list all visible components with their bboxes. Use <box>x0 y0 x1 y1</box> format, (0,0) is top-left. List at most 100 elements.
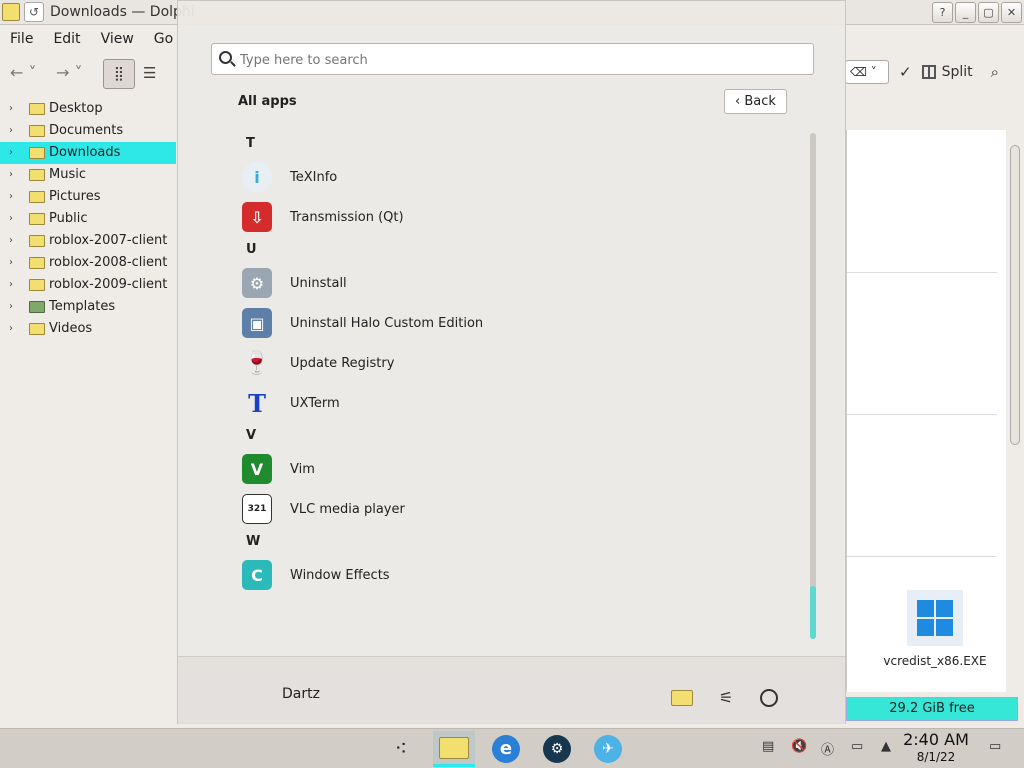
expand-arrow-icon[interactable]: › <box>9 164 13 186</box>
app-item-update-registry[interactable]: 🍷 Update Registry <box>234 343 804 383</box>
keyboard-layout-icon[interactable]: Ⓐ <box>821 739 834 758</box>
app-name: Transmission (Qt) <box>290 209 404 225</box>
launcher-dots-icon: ⁖ <box>394 736 408 762</box>
uninstall-icon: ⚙ <box>242 268 272 298</box>
folder-icon[interactable] <box>671 690 693 706</box>
expand-tray-icon[interactable]: ▲ <box>881 739 891 754</box>
desktop-icon <box>29 103 45 115</box>
place-documents[interactable]: › Documents <box>0 120 176 142</box>
divider <box>847 272 997 273</box>
app-item-transmission[interactable]: ⇩ Transmission (Qt) <box>234 197 804 237</box>
expand-arrow-icon[interactable]: › <box>9 120 13 142</box>
launcher-scrollbar-thumb[interactable] <box>810 586 816 639</box>
file-item[interactable]: vcredist_x86.EXE <box>880 590 990 668</box>
place-music[interactable]: › Music <box>0 164 176 186</box>
clock[interactable]: 2:40 AM 8/1/22 <box>900 731 972 765</box>
app-item-uninstall[interactable]: ⚙ Uninstall <box>234 263 804 303</box>
place-label: Public <box>49 211 88 226</box>
network-icon[interactable]: ▭ <box>851 739 863 754</box>
settings-sliders-icon[interactable]: ⚟ <box>715 687 737 709</box>
split-view-icon <box>921 65 936 79</box>
place-roblox-2007-client[interactable]: › roblox-2007-client <box>0 230 176 252</box>
place-videos[interactable]: › Videos <box>0 318 176 340</box>
details-view-button[interactable]: ☰ <box>143 64 156 82</box>
expand-arrow-icon[interactable]: › <box>9 142 13 164</box>
power-icon[interactable] <box>760 689 778 707</box>
search-box[interactable] <box>211 43 814 75</box>
videos-folder-icon <box>29 323 45 335</box>
task-internet-explorer[interactable]: e <box>485 731 527 767</box>
divider <box>847 414 997 415</box>
pictures-folder-icon <box>29 191 45 203</box>
forward-arrow-icon[interactable]: → ˅ <box>56 58 83 88</box>
expand-arrow-icon[interactable]: › <box>9 208 13 230</box>
expand-arrow-icon[interactable]: › <box>9 296 13 318</box>
menu-edit[interactable]: Edit <box>43 28 90 52</box>
expand-arrow-icon[interactable]: › <box>9 186 13 208</box>
help-button[interactable]: ? <box>932 2 953 23</box>
menu-file[interactable]: File <box>0 28 43 52</box>
uxterm-icon: T <box>248 388 266 418</box>
app-item-window-effects[interactable]: C Window Effects <box>234 555 804 595</box>
maximize-button[interactable]: ▢ <box>978 2 999 23</box>
free-space-bar[interactable]: 29.2 GiB free <box>846 697 1018 721</box>
app-item-uninstall-halo[interactable]: ▣ Uninstall Halo Custom Edition <box>234 303 804 343</box>
search-input[interactable] <box>240 50 800 70</box>
app-list: T i TeXInfo ⇩ Transmission (Qt) U ⚙ Unin… <box>234 131 804 651</box>
scrollbar-thumb[interactable] <box>1010 145 1020 445</box>
place-downloads[interactable]: › Downloads <box>0 142 176 164</box>
app-item-texinfo[interactable]: i TeXInfo <box>234 157 804 197</box>
section-letter: U <box>246 242 257 257</box>
show-desktop-icon[interactable]: ▭ <box>989 739 1001 754</box>
back-button[interactable]: ‹ Back <box>724 89 787 114</box>
bird-icon: ✈ <box>594 735 622 763</box>
search-icon[interactable]: ⌕ <box>991 63 999 81</box>
launcher-scrollbar[interactable] <box>810 133 816 639</box>
app-item-uxterm[interactable]: T UXTerm <box>234 383 804 423</box>
expand-arrow-icon[interactable]: › <box>9 252 13 274</box>
place-label: roblox-2009-client <box>49 277 168 292</box>
app-item-vim[interactable]: V Vim <box>234 449 804 489</box>
close-button[interactable]: ✕ <box>1001 2 1022 23</box>
place-pictures[interactable]: › Pictures <box>0 186 176 208</box>
launcher-footer: Dartz ⚟ <box>178 656 845 724</box>
app-name: Update Registry <box>290 355 395 371</box>
folder-icon <box>439 736 469 759</box>
clipboard-icon[interactable]: ▤ <box>762 739 774 754</box>
back-arrow-icon[interactable]: ← ˅ <box>10 58 37 88</box>
menu-view[interactable]: View <box>91 28 144 52</box>
place-roblox-2009-client[interactable]: › roblox-2009-client <box>0 274 176 296</box>
place-desktop[interactable]: › Desktop <box>0 98 176 120</box>
minimize-button[interactable]: _ <box>955 2 976 23</box>
launcher-button[interactable]: ⁖ <box>380 731 422 767</box>
place-label: Videos <box>49 321 93 336</box>
clock-date: 8/1/22 <box>916 750 956 764</box>
expand-arrow-icon[interactable]: › <box>9 318 13 340</box>
user-name: Dartz <box>282 686 320 702</box>
checkmark-icon[interactable]: ✓ <box>899 63 912 81</box>
texinfo-icon: i <box>242 162 272 192</box>
mute-icon[interactable]: 🔇 <box>791 739 807 754</box>
split-button[interactable]: Split <box>921 64 973 80</box>
expand-arrow-icon[interactable]: › <box>9 230 13 252</box>
vlc-icon: 321 <box>242 494 272 524</box>
steam-icon: ⚙ <box>543 735 571 763</box>
folder-icon <box>29 279 45 291</box>
application-launcher: All apps ‹ Back T i TeXInfo ⇩ Transmissi… <box>177 0 846 724</box>
place-templates[interactable]: › Templates <box>0 296 176 318</box>
place-label: Pictures <box>49 189 101 204</box>
task-steam[interactable]: ⚙ <box>536 731 578 767</box>
app-name: UXTerm <box>290 395 340 411</box>
pin-icon[interactable]: ↺ <box>24 2 44 22</box>
expand-arrow-icon[interactable]: › <box>9 274 13 296</box>
place-label: Music <box>49 167 86 182</box>
clear-location-button[interactable]: ⌫ ˅ <box>845 60 889 84</box>
app-item-vlc[interactable]: 321 VLC media player <box>234 489 804 529</box>
place-roblox-2008-client[interactable]: › roblox-2008-client <box>0 252 176 274</box>
icons-view-button[interactable]: ⣿ <box>103 59 135 89</box>
window-effects-icon: C <box>242 560 272 590</box>
task-dolphin[interactable] <box>433 731 475 767</box>
place-public[interactable]: › Public <box>0 208 176 230</box>
task-app[interactable]: ✈ <box>587 731 629 767</box>
expand-arrow-icon[interactable]: › <box>9 98 13 120</box>
